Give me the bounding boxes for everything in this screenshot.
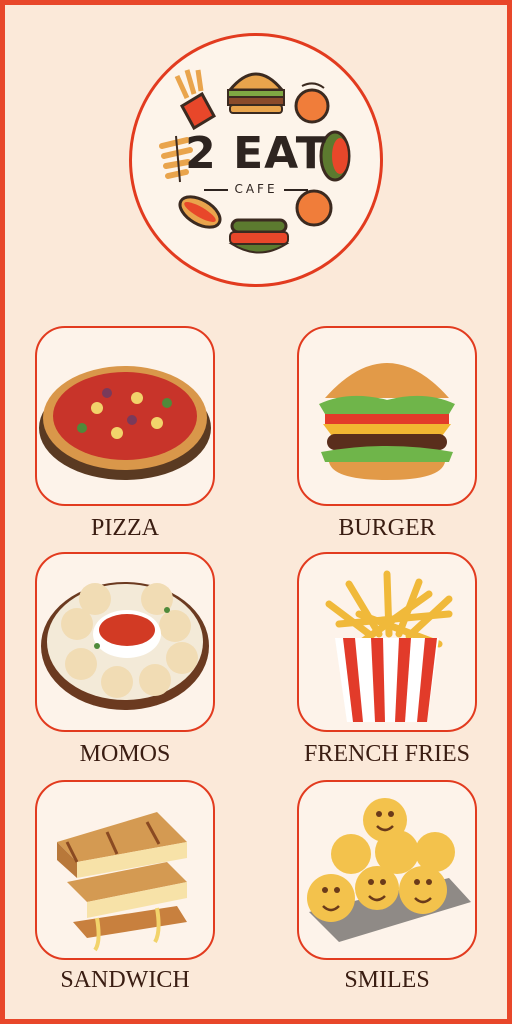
menu-page: 2 EAT CAFE PIZZA BURGER MOMOS FRENCH FRI… [5,5,507,1019]
menu-card-sandwich[interactable] [35,780,215,960]
logo-hotdog-icon [178,195,222,229]
momos-icon [41,582,209,710]
menu-card-pizza[interactable] [35,326,215,506]
menu-label-pizza[interactable]: PIZZA [15,515,235,542]
logo-title: 2 EAT [185,128,327,179]
menu-label-sandwich[interactable]: SANDWICH [15,967,235,994]
menu-card-momos[interactable] [35,552,215,732]
menu-card-french-fries[interactable] [297,552,477,732]
logo-tomato-icon [294,82,330,124]
sandwich-icon [57,812,187,952]
logo-fries-icon [174,69,217,131]
menu-label-smiles[interactable]: SMILES [277,967,497,994]
cafe-logo: 2 EAT CAFE [129,33,383,287]
logo-orange-icon [295,189,333,227]
menu-card-smiles[interactable] [297,780,477,960]
menu-card-burger[interactable] [297,326,477,506]
menu-label-french-fries[interactable]: FRENCH FRIES [277,741,497,768]
menu-label-burger[interactable]: BURGER [277,515,497,542]
smiles-icon [307,798,471,942]
pizza-icon [39,366,211,480]
menu-label-momos[interactable]: MOMOS [15,741,235,768]
logo-bun-icon [228,218,290,254]
logo-burger-icon [226,72,286,114]
logo-subtitle: CAFE [132,182,380,196]
burger-icon [319,363,455,480]
fries-icon [325,570,453,722]
